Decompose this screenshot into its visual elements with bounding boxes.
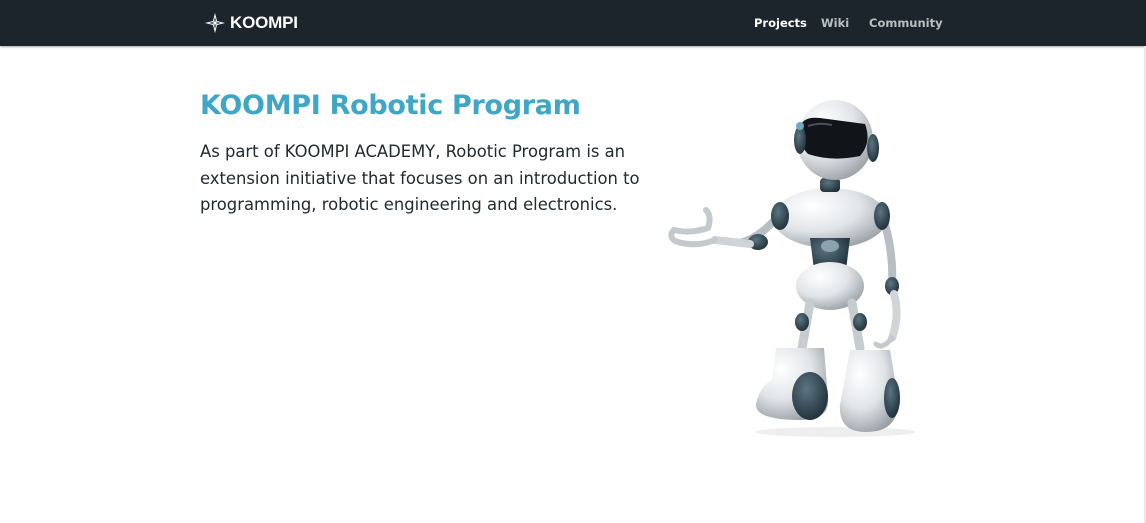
robot-icon bbox=[668, 100, 915, 437]
top-navbar: KOOMPI Projects Wiki Community bbox=[0, 0, 1146, 46]
brand-name: KOOMPI bbox=[230, 13, 298, 32]
nav-community-link[interactable]: Community bbox=[869, 16, 943, 30]
hero-description: As part of KOOMPI ACADEMY, Robotic Progr… bbox=[200, 142, 640, 214]
robot-illustration bbox=[660, 98, 920, 438]
nav-projects-link[interactable]: Projects bbox=[754, 16, 807, 30]
nav-wiki-link[interactable]: Wiki bbox=[821, 16, 849, 30]
koompi-star-icon bbox=[204, 12, 226, 34]
page-title: KOOMPI Robotic Program bbox=[200, 90, 581, 121]
brand-logo-link[interactable]: KOOMPI bbox=[204, 11, 298, 35]
